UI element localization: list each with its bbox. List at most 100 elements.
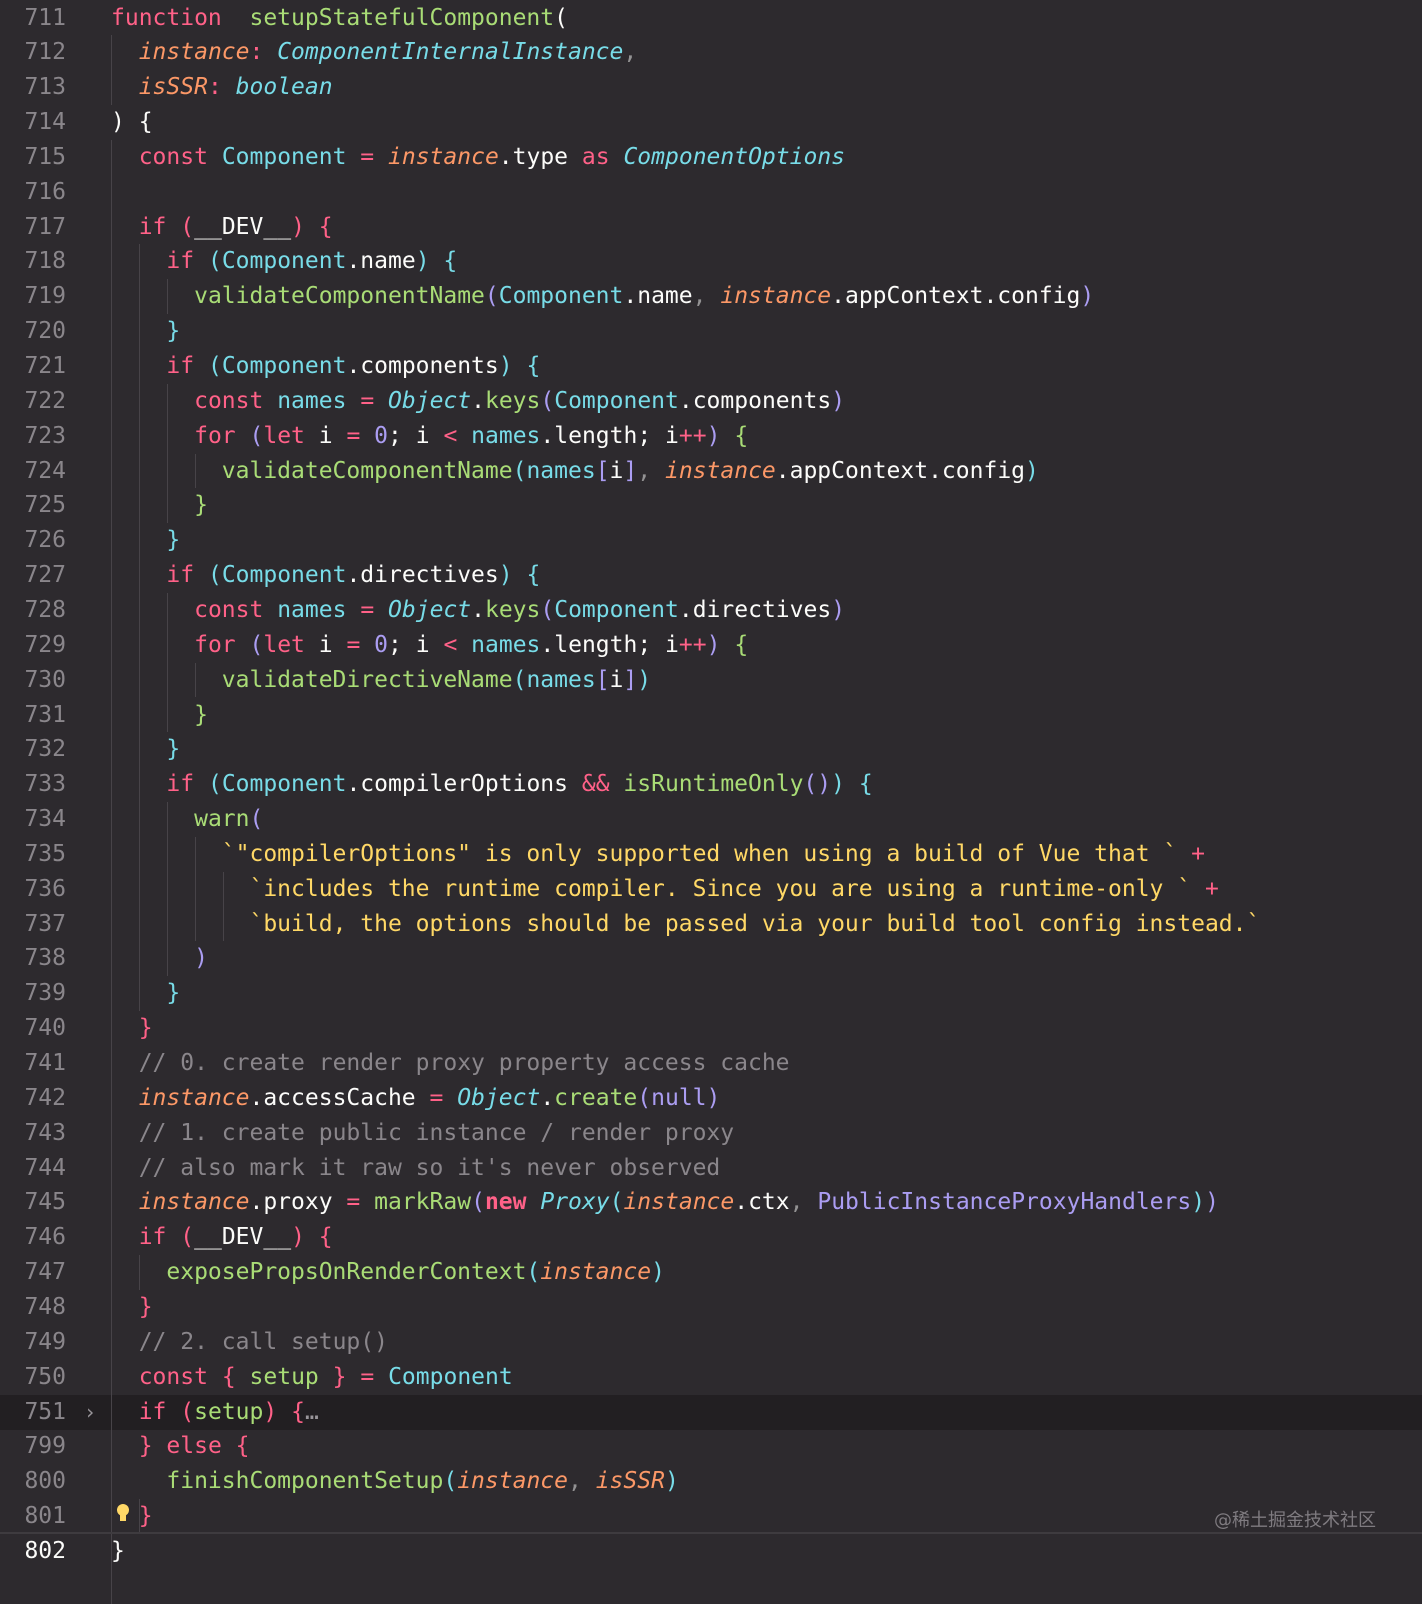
line-number: 725: [24, 492, 66, 519]
code-line[interactable]: 720 }: [0, 314, 1422, 349]
code-line[interactable]: 712 instance: ComponentInternalInstance,: [0, 35, 1422, 70]
code-line[interactable]: 738 ): [0, 941, 1422, 976]
code-token: ): [415, 248, 430, 275]
code-line[interactable]: 721 if (Component.components) {: [0, 349, 1422, 384]
code-line[interactable]: 747 exposePropsOnRenderContext(instance): [0, 1255, 1422, 1290]
line-number: 747: [24, 1259, 66, 1286]
code-line[interactable]: 742 instance.accessCache = Object.create…: [0, 1081, 1422, 1116]
code-token: ): [706, 1084, 721, 1111]
code-line[interactable]: 728 const names = Object.keys(Component.…: [0, 593, 1422, 628]
indent-guide: [139, 1499, 140, 1534]
code-line[interactable]: 723 for (let i = 0; i < names.length; i+…: [0, 419, 1422, 454]
code-line[interactable]: 741 // 0. create render proxy property a…: [0, 1046, 1422, 1081]
code-line[interactable]: 802}: [0, 1534, 1422, 1569]
line-number: 712: [24, 39, 66, 66]
code-line[interactable]: 724 validateComponentName(names[i], inst…: [0, 454, 1422, 489]
code-line[interactable]: 750 const { setup } = Component: [0, 1360, 1422, 1395]
code-line[interactable]: 800 finishComponentSetup(instance, isSSR…: [0, 1464, 1422, 1499]
code-token: ++: [678, 631, 707, 658]
code-token: names: [526, 457, 596, 484]
code-line[interactable]: 714) {: [0, 105, 1422, 140]
code-token: ): [291, 1224, 305, 1251]
code-line[interactable]: 743 // 1. create public instance / rende…: [0, 1116, 1422, 1151]
code-token: exposePropsOnRenderContext: [166, 1259, 527, 1286]
code-token: setup: [194, 1398, 264, 1425]
code-token: }: [138, 1293, 153, 1320]
code-line[interactable]: 801 }: [0, 1499, 1422, 1534]
code-token: {: [138, 109, 153, 136]
code-text: const Component = instance.type as Compo…: [111, 140, 845, 175]
code-line[interactable]: 722 const names = Object.keys(Component.…: [0, 384, 1422, 419]
code-line[interactable]: 727 if (Component.directives) {: [0, 558, 1422, 593]
code-line[interactable]: 735 `"compilerOptions" is only supported…: [0, 837, 1422, 872]
code-token: ;: [388, 422, 402, 449]
code-line[interactable]: 719 validateComponentName(Component.name…: [0, 279, 1422, 314]
code-line[interactable]: 730 validateDirectiveName(names[i]): [0, 663, 1422, 698]
code-editor[interactable]: 711 function setupStatefulComponent(712 i…: [0, 0, 1422, 1604]
code-token: {: [734, 422, 749, 449]
code-token: if: [166, 353, 195, 379]
code-line[interactable]: 740 }: [0, 1011, 1422, 1046]
code-text: exposePropsOnRenderContext(instance): [111, 1255, 665, 1290]
code-line[interactable]: 715 const Component = instance.type as C…: [0, 140, 1422, 175]
code-line[interactable]: 733 if (Component.compilerOptions && isR…: [0, 767, 1422, 802]
code-line[interactable]: 748 }: [0, 1290, 1422, 1325]
code-token: markRaw: [374, 1189, 472, 1216]
code-line[interactable]: 734 warn(: [0, 802, 1422, 837]
code-token: (: [207, 248, 222, 275]
code-token: =: [346, 422, 361, 449]
line-number: 734: [24, 806, 66, 833]
chevron-right-icon[interactable]: ›: [84, 1395, 96, 1430]
line-number: 727: [24, 562, 66, 589]
code-line[interactable]: 725 }: [0, 488, 1422, 523]
code-token: new: [484, 1189, 527, 1216]
code-line[interactable]: 749 // 2. call setup(): [0, 1325, 1422, 1360]
code-token: names: [277, 596, 347, 623]
code-line[interactable]: 736 `includes the runtime compiler. Sinc…: [0, 872, 1422, 907]
code-token: names: [471, 631, 541, 658]
code-line[interactable]: 745 instance.proxy = markRaw(new Proxy(i…: [0, 1185, 1422, 1220]
code-token: (: [484, 283, 499, 310]
code-token: setup: [249, 1363, 319, 1390]
code-line[interactable]: 746 if (__DEV__) {: [0, 1220, 1422, 1255]
code-line[interactable]: 718 if (Component.name) {: [0, 244, 1422, 279]
code-token: instance: [138, 1189, 250, 1216]
folded-region-placeholder[interactable]: …: [305, 1399, 319, 1425]
code-token: validateComponentName: [194, 283, 485, 310]
code-line[interactable]: 739 }: [0, 976, 1422, 1011]
code-token: }: [332, 1363, 347, 1390]
code-token: ): [1025, 457, 1039, 484]
code-line[interactable]: 729 for (let i = 0; i < names.length; i+…: [0, 628, 1422, 663]
code-token: [: [595, 457, 610, 484]
code-line[interactable]: 713 isSSR: boolean: [0, 70, 1422, 105]
code-token: else: [166, 1433, 222, 1460]
line-number: 726: [24, 527, 66, 554]
code-line[interactable]: 717 if (__DEV__) {: [0, 210, 1422, 245]
code-token: <: [443, 422, 458, 449]
code-text: instance.proxy = markRaw(new Proxy(insta…: [111, 1185, 1219, 1220]
code-line[interactable]: 744 // also mark it raw so it's never ob…: [0, 1151, 1422, 1186]
code-line[interactable]: 732 }: [0, 732, 1422, 767]
code-line[interactable]: 716: [0, 175, 1422, 210]
code-token: Component: [221, 143, 347, 170]
code-line[interactable]: 726 }: [0, 523, 1422, 558]
code-line[interactable]: 751 › if (setup) {…: [0, 1394, 1422, 1430]
code-line[interactable]: 711 function setupStatefulComponent(: [0, 1, 1422, 36]
code-line[interactable]: 737 `build, the options should be passed…: [0, 907, 1422, 942]
code-line[interactable]: 731 }: [0, 698, 1422, 733]
code-token: ++: [678, 422, 707, 449]
line-number: 744: [24, 1154, 66, 1181]
code-line[interactable]: 799 } else {: [0, 1429, 1422, 1464]
